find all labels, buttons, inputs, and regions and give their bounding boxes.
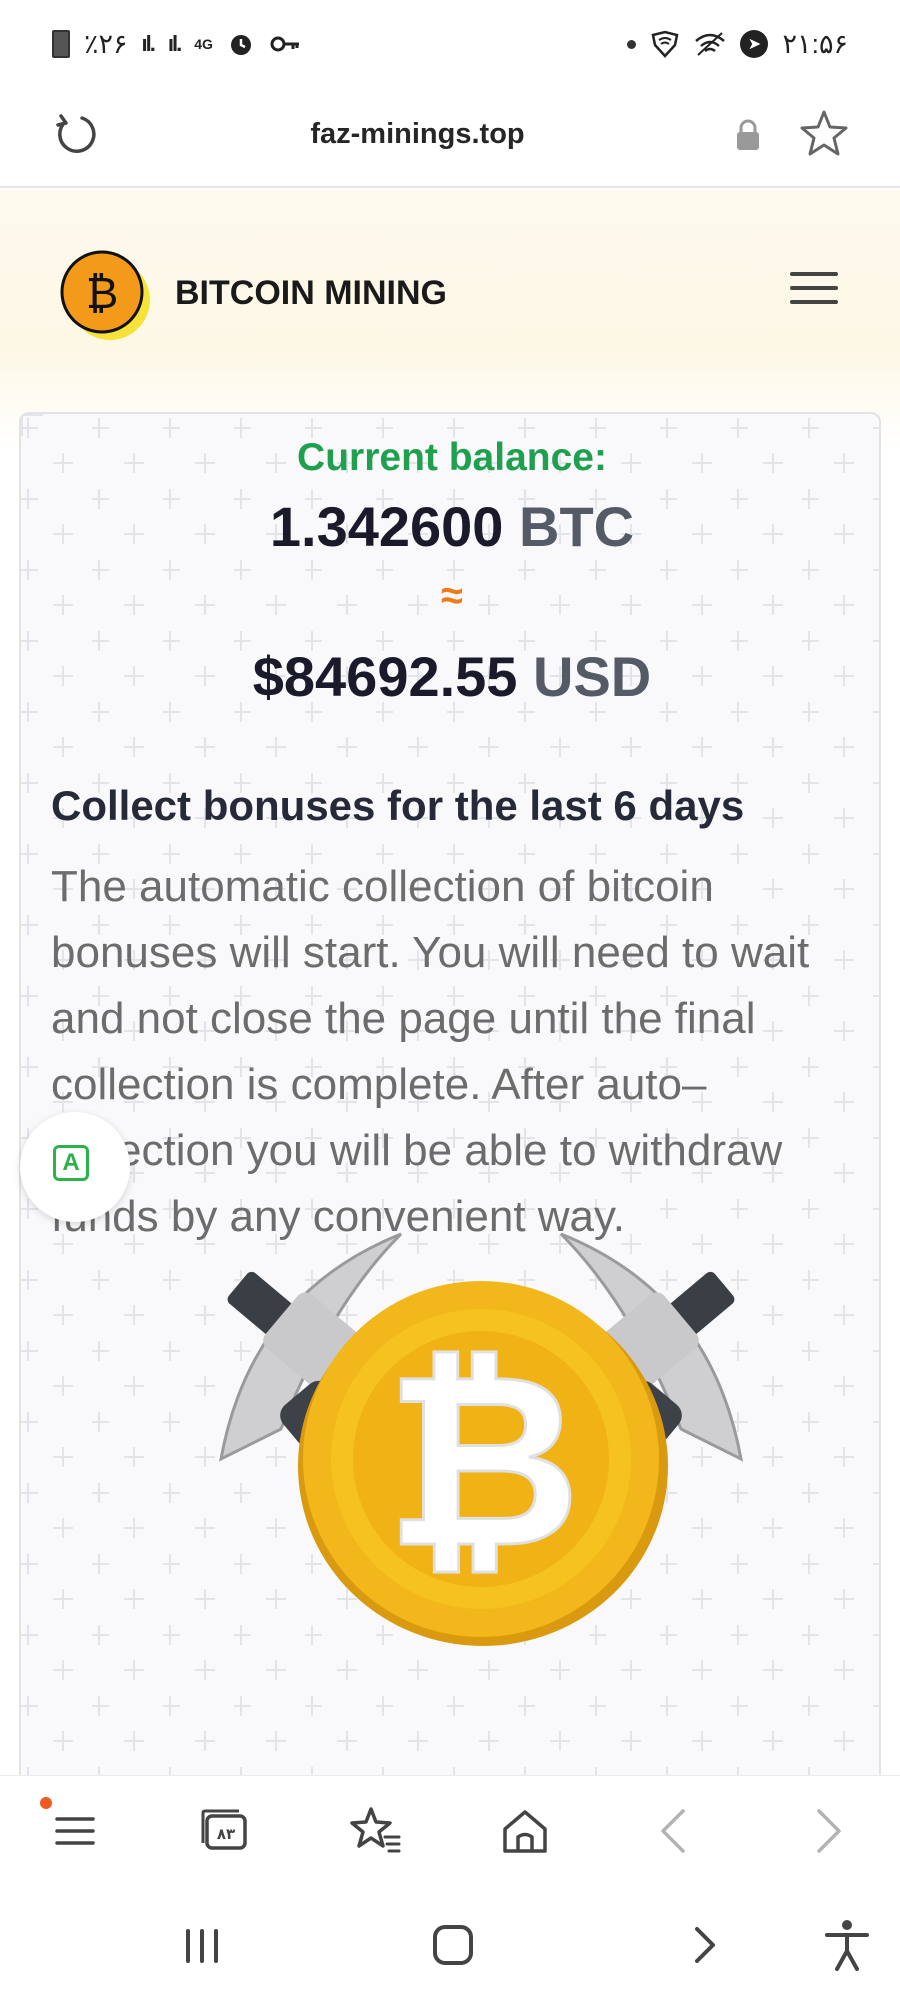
web-page: ₿ BITCOIN MINING Current balance: 1.3426…	[0, 190, 900, 1775]
tab-count: ۸۳	[217, 1825, 235, 1843]
notification-dot-icon	[40, 1797, 52, 1809]
translate-button[interactable]: A	[20, 1112, 130, 1222]
status-bar: ٪۲۶ ıl. ıl. 4G ➤ ۲۱:۵۶	[0, 0, 900, 88]
status-left: ٪۲۶ ıl. ıl. 4G	[52, 29, 301, 60]
svg-text:₿: ₿	[86, 269, 119, 318]
wifi-icon	[695, 32, 726, 56]
forward-icon[interactable]	[797, 1801, 857, 1861]
browser-toolbar: ۸۳	[0, 1775, 900, 1891]
app-notification-icon: ➤	[740, 30, 769, 58]
balance-label: Current balance:	[297, 436, 607, 479]
approx-symbol: ≈	[441, 574, 463, 618]
system-navigation-bar	[0, 1890, 900, 2000]
accessibility-icon[interactable]	[817, 1915, 877, 1975]
wifi-shield-icon	[652, 30, 679, 58]
site-header: ₿ BITCOIN MINING	[0, 190, 900, 410]
bookmark-star-icon[interactable]	[798, 108, 850, 160]
network-type: 4G	[194, 35, 213, 52]
translate-icon: A	[53, 1145, 89, 1181]
hamburger-menu-button[interactable]	[790, 272, 838, 312]
btc-balance: 1.342600 BTC	[21, 494, 883, 559]
status-right: ➤ ۲۱:۵۶	[627, 29, 848, 60]
balance-card: Current balance: 1.342600 BTC ≈ $84692.5…	[19, 412, 881, 1775]
clock: ۲۱:۵۶	[782, 28, 848, 59]
browser-address-bar: faz-minings.top	[0, 88, 900, 188]
btc-unit: BTC	[519, 495, 635, 558]
usd-unit: USD	[533, 645, 652, 708]
hamburger-line	[790, 272, 838, 276]
menu-icon[interactable]	[45, 1801, 105, 1861]
back-icon[interactable]	[645, 1801, 705, 1861]
usd-balance: $84692.55 USD	[21, 644, 883, 709]
bitcoin-logo-icon[interactable]: ₿	[56, 246, 156, 346]
lock-icon[interactable]	[733, 118, 763, 152]
url-text[interactable]: faz-minings.top	[0, 118, 835, 151]
bonus-title: Collect bonuses for the last 6 days	[51, 782, 745, 829]
battery-percent: ٪۲۶	[84, 28, 128, 59]
tabs-button[interactable]: ۸۳	[195, 1801, 255, 1861]
nav-forward-icon[interactable]	[675, 1915, 735, 1975]
notification-dot-icon	[627, 39, 637, 49]
site-name[interactable]: BITCOIN MINING	[175, 274, 447, 313]
card-content: Current balance: 1.342600 BTC ≈ $84692.5…	[21, 414, 879, 1775]
vpn-key-icon	[270, 36, 299, 52]
home-nav-icon[interactable]	[423, 1915, 483, 1975]
alarm-icon	[230, 35, 251, 55]
hamburger-line	[790, 286, 838, 290]
signal-icon-2: ıl.	[167, 31, 182, 56]
recent-apps-icon[interactable]	[172, 1915, 232, 1975]
svg-text:₿: ₿	[385, 1327, 581, 1595]
signal-icon: ıl.	[141, 31, 156, 56]
hamburger-line	[790, 300, 838, 304]
btc-amount: 1.342600	[269, 495, 504, 558]
bookmarks-icon[interactable]	[345, 1801, 405, 1861]
bonus-description: The automatic collection of bitcoin bonu…	[51, 862, 810, 1241]
tabs-icon: ۸۳	[201, 1809, 247, 1850]
bitcoin-pickaxe-illustration-icon: ₿	[218, 1232, 744, 1646]
battery-icon	[52, 30, 70, 58]
usd-amount: $84692.55	[252, 645, 518, 708]
home-icon[interactable]	[495, 1801, 555, 1861]
